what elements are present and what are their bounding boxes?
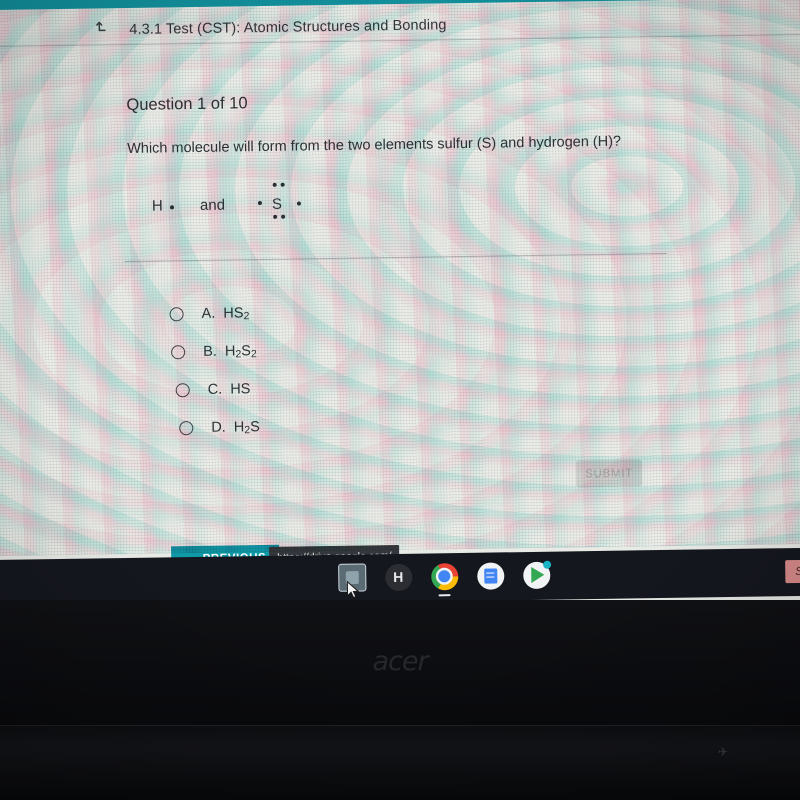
photo-of-laptop-screen: 4.3.1 Test (CST): Atomic Structures and … xyxy=(0,0,800,800)
answer-option-b-label: B. H2S2 xyxy=(203,342,257,360)
chrome-app-button[interactable] xyxy=(430,562,458,597)
sulfur-valence-dot xyxy=(272,182,277,187)
launcher-button[interactable] xyxy=(338,563,367,592)
answer-option-d-label: D. H2S xyxy=(211,418,260,436)
hapara-h-icon[interactable]: H xyxy=(384,563,412,591)
page-title: 4.3.1 Test (CST): Atomic Structures and … xyxy=(129,17,447,38)
keyboard-key-glint: ✈ xyxy=(718,745,729,759)
conjunction-label: and xyxy=(199,196,226,214)
answer-option-c-formula: HS xyxy=(230,381,251,398)
header-divider xyxy=(0,33,800,48)
sulfur-valence-dot xyxy=(281,214,286,219)
answer-option-a-label: A. HS2 xyxy=(201,304,250,322)
moire-pattern xyxy=(0,0,800,557)
return-up-arrow-icon[interactable] xyxy=(95,17,113,35)
signin-chip[interactable]: Sign xyxy=(785,559,800,584)
sulfur-symbol: S xyxy=(271,195,283,213)
moire-pattern xyxy=(0,0,800,557)
hinge-highlight xyxy=(0,725,800,726)
laptop-screen: 4.3.1 Test (CST): Atomic Structures and … xyxy=(0,0,800,617)
answer-option-c[interactable]: C. HS xyxy=(175,367,481,410)
radio-button-a[interactable] xyxy=(169,307,184,322)
quiz-page: 4.3.1 Test (CST): Atomic Structures and … xyxy=(0,0,800,572)
lewis-dot-diagram: H and S xyxy=(152,173,353,238)
answer-option-d[interactable]: D. H2S xyxy=(179,405,482,447)
radio-button-c[interactable] xyxy=(175,383,190,398)
google-docs-app-button[interactable] xyxy=(476,561,504,590)
chrome-icon[interactable] xyxy=(430,562,458,590)
sulfur-valence-dot xyxy=(296,201,301,206)
answer-option-b-formula: H2S2 xyxy=(224,342,257,360)
hydrogen-symbol: H xyxy=(151,197,163,215)
answer-option-a-formula: HS2 xyxy=(223,304,250,322)
laptop-bezel: acer ✈ xyxy=(0,600,800,800)
radio-button-b[interactable] xyxy=(171,345,186,360)
acer-brand-logo: acer xyxy=(372,646,428,677)
question-counter: Question 1 of 10 xyxy=(126,94,248,115)
answer-option-d-formula: H2S xyxy=(233,418,260,436)
hapara-app-button[interactable]: H xyxy=(384,563,412,591)
answer-option-b[interactable]: B. H2S2 xyxy=(171,329,481,372)
shelf-icon-group: H xyxy=(338,560,551,597)
answer-option-a[interactable]: A. HS2 xyxy=(169,291,480,334)
laptop-hinge: ✈ xyxy=(0,725,800,800)
submit-button[interactable]: SUBMIT xyxy=(575,459,643,488)
play-store-app-button[interactable] xyxy=(522,560,551,589)
active-window-indicator xyxy=(438,593,451,597)
section-divider xyxy=(124,253,667,263)
sulfur-valence-dot xyxy=(273,214,278,219)
google-docs-icon[interactable] xyxy=(476,561,504,590)
launcher-icon[interactable] xyxy=(338,563,367,592)
answer-option-c-label: C. HS xyxy=(207,381,251,398)
notification-badge xyxy=(542,560,551,569)
radio-button-d[interactable] xyxy=(179,421,194,436)
hydrogen-valence-dot xyxy=(169,205,175,210)
play-store-icon[interactable] xyxy=(522,560,551,589)
pixel-grid-artifact xyxy=(0,0,800,557)
question-prompt: Which molecule will form from the two el… xyxy=(127,133,622,158)
sulfur-valence-dot xyxy=(280,182,285,187)
sulfur-valence-dot xyxy=(257,201,262,206)
moire-pattern xyxy=(0,0,800,557)
answer-options-list: A. HS2 B. H2S2 C. HS D. H2S xyxy=(159,291,481,448)
